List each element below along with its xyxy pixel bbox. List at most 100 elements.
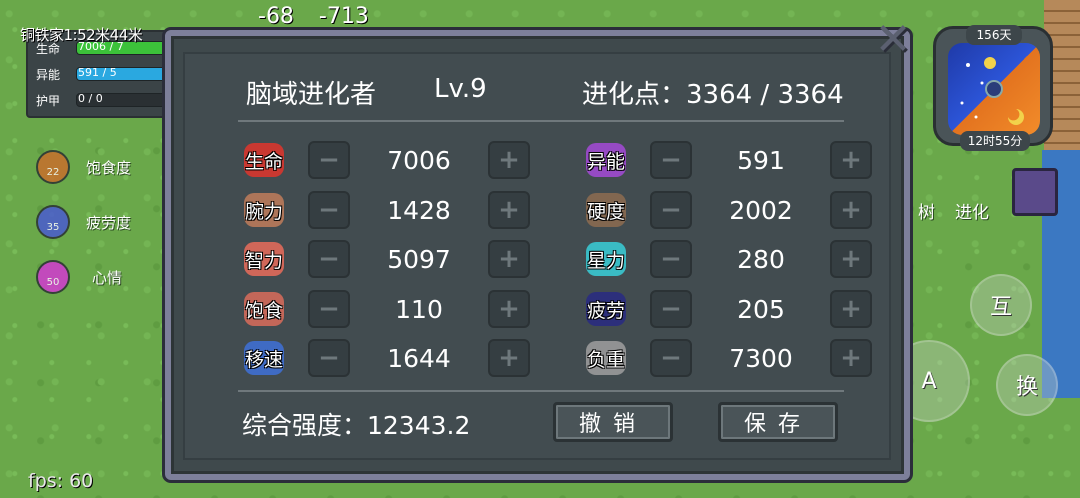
attribute-value: 1428: [387, 195, 451, 225]
character-class-name: 脑域进化者: [246, 80, 377, 110]
attribute-value: 280: [737, 244, 785, 274]
attribute-name: 饱食: [244, 299, 283, 322]
fist-icon: 腕力: [236, 189, 292, 231]
mood-indicator: 50 心情: [36, 260, 122, 294]
day-counter: 156天: [966, 25, 1022, 45]
attribute-name: 异能: [586, 150, 625, 173]
plus-button[interactable]: +: [488, 290, 530, 328]
moon-sun-icon: [960, 57, 1024, 125]
satiety-value: 22: [46, 167, 60, 178]
shield-icon: 硬度: [578, 189, 634, 231]
minus-icon: −: [660, 145, 682, 175]
plus-button[interactable]: +: [830, 339, 872, 377]
evolution-points: 进化点：3364 / 3364: [582, 80, 844, 110]
heart-mood-icon: 50: [36, 260, 70, 294]
minus-icon: −: [318, 145, 340, 175]
attribute-value: 5097: [387, 244, 451, 274]
attribute-row-right-3: 疲劳 − 205 +: [578, 288, 872, 330]
attribute-name: 星力: [586, 249, 625, 272]
plus-button[interactable]: +: [488, 339, 530, 377]
energy-value: 591 / 5: [78, 66, 117, 79]
plus-button[interactable]: +: [830, 141, 872, 179]
plus-icon: +: [840, 343, 862, 373]
minus-icon: −: [660, 294, 682, 324]
plus-icon: +: [498, 145, 520, 175]
plus-icon: +: [498, 244, 520, 274]
scroll-map-icon[interactable]: [1012, 168, 1058, 216]
minus-button[interactable]: −: [650, 290, 692, 328]
attribute-name: 硬度: [586, 200, 625, 223]
attribute-row-right-1: 硬度 − 2002 +: [578, 189, 872, 231]
fatigue-icon: 疲劳: [578, 288, 634, 330]
weight-icon: 负重: [578, 337, 634, 379]
crystal-star-icon: 星力: [578, 238, 634, 280]
interact-button[interactable]: 互: [970, 274, 1032, 336]
fatigue-value: 35: [46, 222, 60, 233]
attribute-name: 疲劳: [586, 299, 625, 322]
attribute-value: 7006: [387, 145, 451, 175]
close-icon[interactable]: ✕: [868, 14, 918, 65]
star-of-david-icon: 异能: [578, 139, 634, 181]
attribute-row-left-1: 腕力 − 1428 +: [236, 189, 530, 231]
attribute-name: 智力: [244, 249, 283, 272]
plus-icon: +: [840, 294, 862, 324]
top-divider: [238, 120, 844, 122]
attribute-row-right-0: 异能 − 591 +: [578, 139, 872, 181]
total-strength: 综合强度：12343.2: [242, 411, 471, 440]
attribute-name: 生命: [244, 150, 283, 173]
tree-button-label[interactable]: 树: [918, 198, 935, 223]
minus-button[interactable]: −: [308, 191, 350, 229]
day-night-clock: 156天 12时55分: [933, 25, 1053, 151]
character-level: Lv.9: [434, 74, 487, 104]
minus-button[interactable]: −: [308, 240, 350, 278]
satiety-indicator: 22 饱食度: [36, 150, 131, 184]
attribute-value: 2002: [729, 195, 793, 225]
minus-button[interactable]: −: [308, 290, 350, 328]
plus-button[interactable]: +: [830, 290, 872, 328]
meat-icon: 22: [36, 150, 70, 184]
plus-button[interactable]: +: [488, 141, 530, 179]
attribute-row-left-3: 饱食 − 110 +: [236, 288, 530, 330]
armor-label: 护甲: [36, 93, 61, 108]
mood-label: 心情: [92, 268, 123, 287]
minus-button[interactable]: −: [650, 339, 692, 377]
undo-button[interactable]: 撤销: [553, 402, 673, 442]
plus-icon: +: [840, 145, 862, 175]
minus-icon: −: [318, 294, 340, 324]
fatigue-indicator: 35 疲劳度: [36, 205, 131, 239]
plus-icon: +: [498, 195, 520, 225]
attribute-value: 205: [737, 294, 785, 324]
attribute-row-right-2: 星力 − 280 +: [578, 238, 872, 280]
plus-button[interactable]: +: [830, 191, 872, 229]
plus-button[interactable]: +: [488, 191, 530, 229]
attribute-value: 591: [737, 145, 785, 175]
plus-button[interactable]: +: [488, 240, 530, 278]
plus-icon: +: [840, 195, 862, 225]
save-button[interactable]: 保存: [718, 402, 838, 442]
bottom-divider: [238, 390, 844, 392]
clock-face: [948, 43, 1040, 135]
minus-button[interactable]: −: [650, 240, 692, 278]
minus-button[interactable]: −: [650, 191, 692, 229]
fps-counter: fps: 60: [28, 470, 94, 492]
coordinates-readout: -68 -713: [258, 4, 369, 29]
minus-icon: −: [318, 343, 340, 373]
attribute-value: 1644: [387, 343, 451, 373]
minus-icon: −: [318, 195, 340, 225]
attribute-row-left-2: 智力 − 5097 +: [236, 238, 530, 280]
minus-icon: −: [318, 244, 340, 274]
minus-button[interactable]: −: [308, 339, 350, 377]
plus-icon: +: [840, 244, 862, 274]
plus-button[interactable]: +: [830, 240, 872, 278]
evolve-button[interactable]: 进化: [955, 198, 989, 223]
minus-button[interactable]: −: [308, 141, 350, 179]
energy-label: 异能: [36, 67, 61, 82]
heart-icon: 生命: [236, 139, 292, 181]
minus-button[interactable]: −: [650, 141, 692, 179]
attribute-value: 110: [395, 294, 443, 324]
brain-icon: 智力: [236, 238, 292, 280]
meat-icon: 饱食: [236, 288, 292, 330]
switch-button[interactable]: 换: [996, 354, 1058, 416]
plus-icon: +: [498, 294, 520, 324]
sleep-icon: 35: [36, 205, 70, 239]
